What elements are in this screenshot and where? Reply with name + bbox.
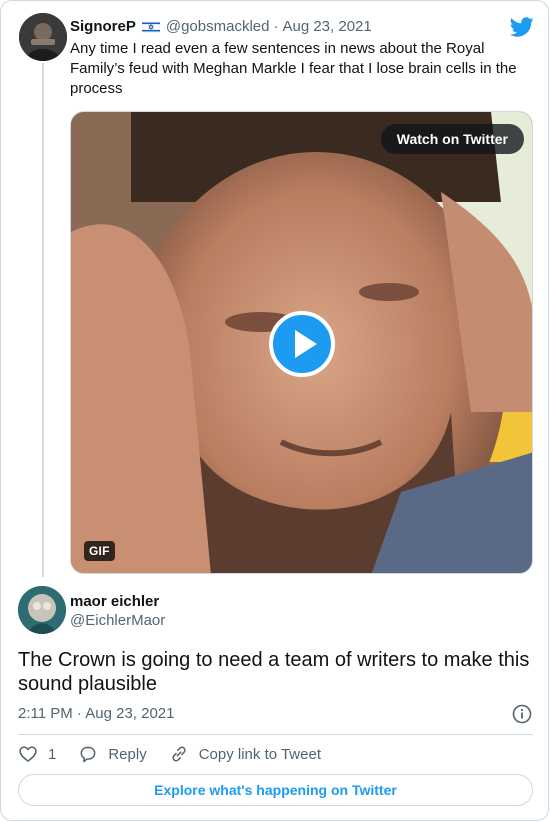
reply-button[interactable]: Reply (78, 744, 147, 764)
gif-badge: GIF (84, 541, 115, 561)
like-count: 1 (48, 745, 57, 763)
play-icon[interactable] (269, 311, 335, 377)
reply-display-name[interactable]: maor eichler (70, 593, 159, 611)
tweet-gif-media[interactable]: Watch on Twitter GIF (70, 111, 533, 574)
reply-timestamp[interactable]: 2:11 PM · Aug 23, 2021 (18, 704, 175, 724)
parent-handle[interactable]: @gobsmackled (166, 18, 270, 36)
explore-twitter-button[interactable]: Explore what's happening on Twitter (18, 774, 533, 806)
parent-tweet-text: Any time I read even a few sentences in … (70, 40, 517, 97)
parent-tweet-header: SignoreP @gobsmackled · Aug 23, 2021 (70, 18, 372, 36)
info-icon[interactable] (511, 703, 533, 725)
copy-link-label: Copy link to Tweet (198, 745, 321, 763)
israel-flag-icon (141, 21, 160, 33)
like-button[interactable]: 1 (18, 744, 56, 764)
reply-label: Reply (108, 745, 147, 763)
twitter-bird-icon[interactable] (510, 15, 534, 39)
thread-connector-line (42, 63, 44, 577)
header-separator: · (273, 18, 279, 35)
tweet-actions-bar: 1 Reply Copy link to Tweet (18, 743, 343, 765)
parent-author-avatar[interactable] (19, 13, 67, 61)
heart-icon (19, 746, 37, 762)
reply-author-avatar[interactable] (18, 586, 66, 634)
parent-display-name[interactable]: SignoreP (70, 18, 136, 36)
copy-link-button[interactable]: Copy link to Tweet (169, 744, 321, 764)
link-icon (172, 746, 186, 762)
reply-tweet-text: The Crown is going to need a team of wri… (18, 649, 530, 695)
actions-divider (18, 734, 533, 735)
parent-date[interactable]: Aug 23, 2021 (282, 18, 371, 36)
reply-handle[interactable]: @EichlerMaor (70, 612, 165, 630)
embedded-tweet-card: SignoreP @gobsmackled · Aug 23, 2021 Any… (0, 0, 549, 821)
watch-on-twitter-button[interactable]: Watch on Twitter (380, 124, 524, 154)
reply-bubble-icon (80, 746, 96, 763)
